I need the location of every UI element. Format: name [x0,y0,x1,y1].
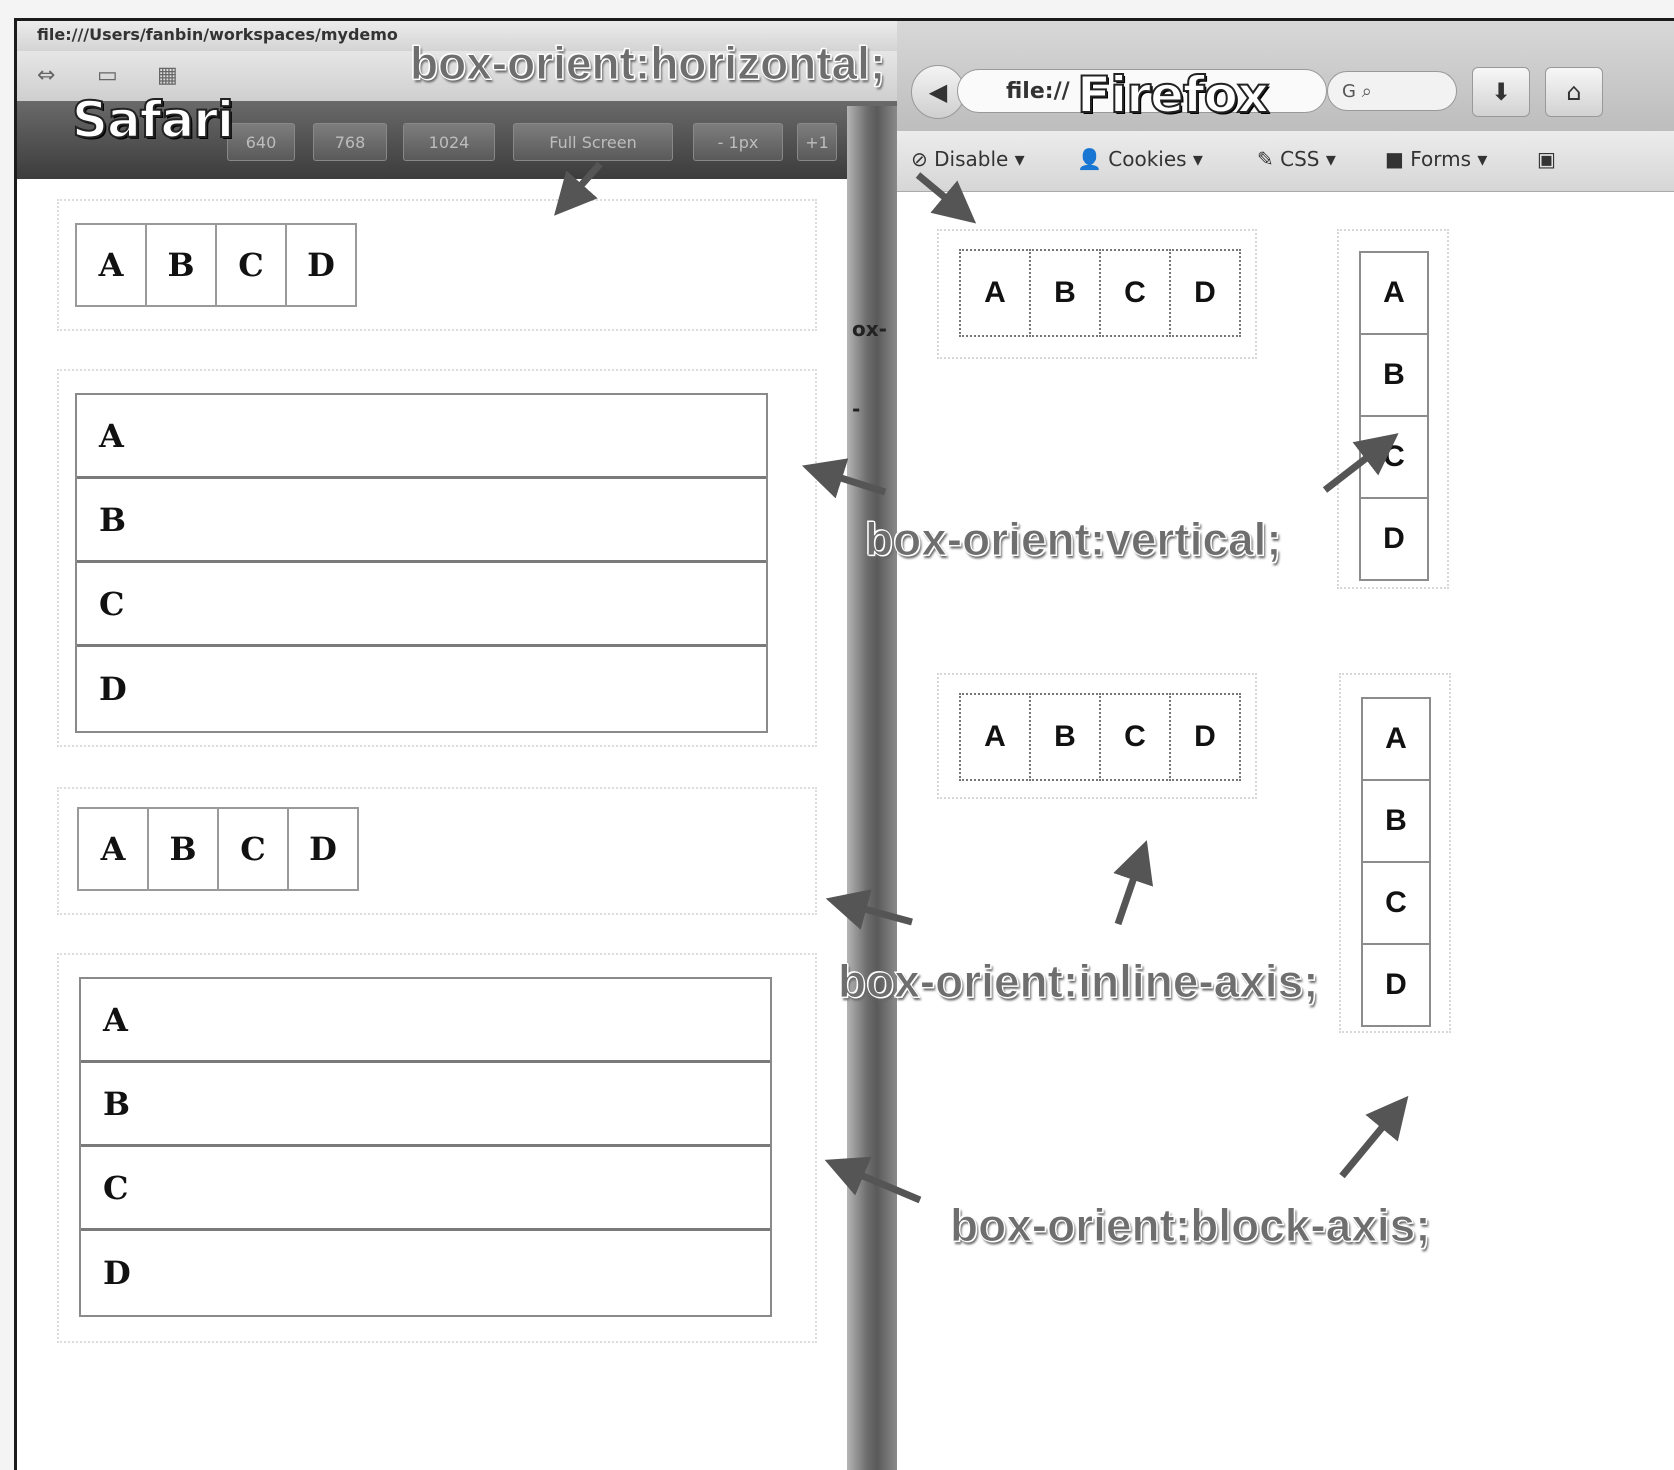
person-icon: 👤 [1077,147,1102,171]
disable-menu[interactable]: ⊘ Disable ▾ [911,147,1025,171]
safari-inline-axis-panel: A B C D [57,787,817,915]
firefox-label: Firefox [1076,65,1270,125]
divider-text-fragment: - [852,397,861,421]
divider-text-fragment: ox- [852,317,887,341]
firefox-horizontal-panel: A B C D [937,229,1257,359]
box-b: B [1029,693,1101,781]
size-768-button[interactable]: 768 [313,123,387,161]
box-a: A [75,223,147,307]
cookies-label: Cookies [1108,147,1187,171]
search-icon: ⌕ [1361,81,1372,102]
box-c: C [217,807,289,891]
minus-1px-button[interactable]: - 1px [693,123,783,161]
book-icon[interactable]: ▭ [97,63,118,88]
box-c: C [215,223,287,307]
box-a: A [959,249,1031,337]
firefox-inline-axis-panel: A B C D [937,673,1257,799]
box-a: A [1359,251,1429,335]
images-icon[interactable]: ▣ [1537,147,1556,171]
safari-block-axis-panel: A B C D [57,953,817,1343]
grid-icon[interactable]: ▦ [157,63,178,88]
box-b: B [77,479,766,563]
reading-list-icon[interactable]: ⇔ [37,63,55,88]
box-a: A [77,807,149,891]
box-b: B [1359,333,1429,417]
box-c: C [1359,415,1429,499]
safari-vertical-panel: A B C D [57,369,817,747]
box-b: B [81,1063,770,1147]
safari-label: Safari [71,90,235,150]
plus-1px-button[interactable]: +1 [797,123,837,161]
annotation-vertical: box-orient:vertical; [865,513,1283,566]
search-box[interactable]: G ⌕ [1327,71,1457,111]
box-d: D [103,1254,131,1292]
pencil-icon: ✎ [1257,147,1274,171]
box-c: C [1361,861,1431,945]
box-c: C [81,1147,770,1231]
box-c: C [77,563,766,647]
window-divider [847,106,897,1470]
box-a: A [81,979,770,1063]
css-menu[interactable]: ✎ CSS ▾ [1257,147,1336,171]
box-b: B [1361,779,1431,863]
annotation-block-axis: box-orient:block-axis; [950,1199,1432,1252]
cookies-menu[interactable]: 👤 Cookies ▾ [1077,147,1203,171]
search-engine-text: G [1342,81,1356,102]
safari-horizontal-panel: A B C D [57,199,817,331]
web-developer-toolbar: ⊘ Disable ▾ 👤 Cookies ▾ ✎ CSS ▾ ■ Forms … [897,131,1674,192]
box-d: D [285,223,357,307]
box-c: C [1099,693,1171,781]
clipboard-icon: ■ [1385,147,1404,171]
home-icon[interactable]: ⌂ [1545,67,1603,117]
firefox-vertical-panel: A B C D [1337,229,1449,589]
box-d: D [1169,693,1241,781]
box-a: A [77,395,766,479]
box-d: D [99,670,127,708]
screenshot-frame: file:///Users/fanbin/workspaces/mydemo ⇔… [14,18,1674,1470]
download-icon[interactable]: ⬇ [1472,67,1530,117]
firefox-window: ◀ file:// G ⌕ ⬇ ⌂ Firefox ⊘ Disable ▾ 👤 … [897,21,1674,1470]
box-a: A [959,693,1031,781]
firefox-block-axis-panel: A B C D [1339,673,1451,1033]
forms-label: Forms [1410,147,1472,171]
box-a: A [1361,697,1431,781]
box-b: B [1029,249,1101,337]
box-c: C [1099,249,1171,337]
forms-menu[interactable]: ■ Forms ▾ [1385,147,1487,171]
box-d: D [1169,249,1241,337]
size-1024-button[interactable]: 1024 [403,123,495,161]
box-d: D [1361,943,1431,1027]
box-d: D [287,807,359,891]
box-b: B [147,807,219,891]
annotation-inline-axis: box-orient:inline-axis; [837,955,1319,1008]
disable-icon: ⊘ [911,147,928,171]
safari-window: file:///Users/fanbin/workspaces/mydemo ⇔… [17,21,897,1470]
full-screen-button[interactable]: Full Screen [513,123,673,161]
annotation-horizontal: box-orient:horizontal; [409,37,886,90]
firefox-url-text: file:// [1006,79,1070,104]
size-640-button[interactable]: 640 [227,123,295,161]
disable-label: Disable [934,147,1009,171]
css-label: CSS [1280,147,1320,171]
firefox-navbar: ◀ file:// G ⌕ ⬇ ⌂ [897,21,1674,131]
box-b: B [145,223,217,307]
box-d: D [1359,497,1429,581]
